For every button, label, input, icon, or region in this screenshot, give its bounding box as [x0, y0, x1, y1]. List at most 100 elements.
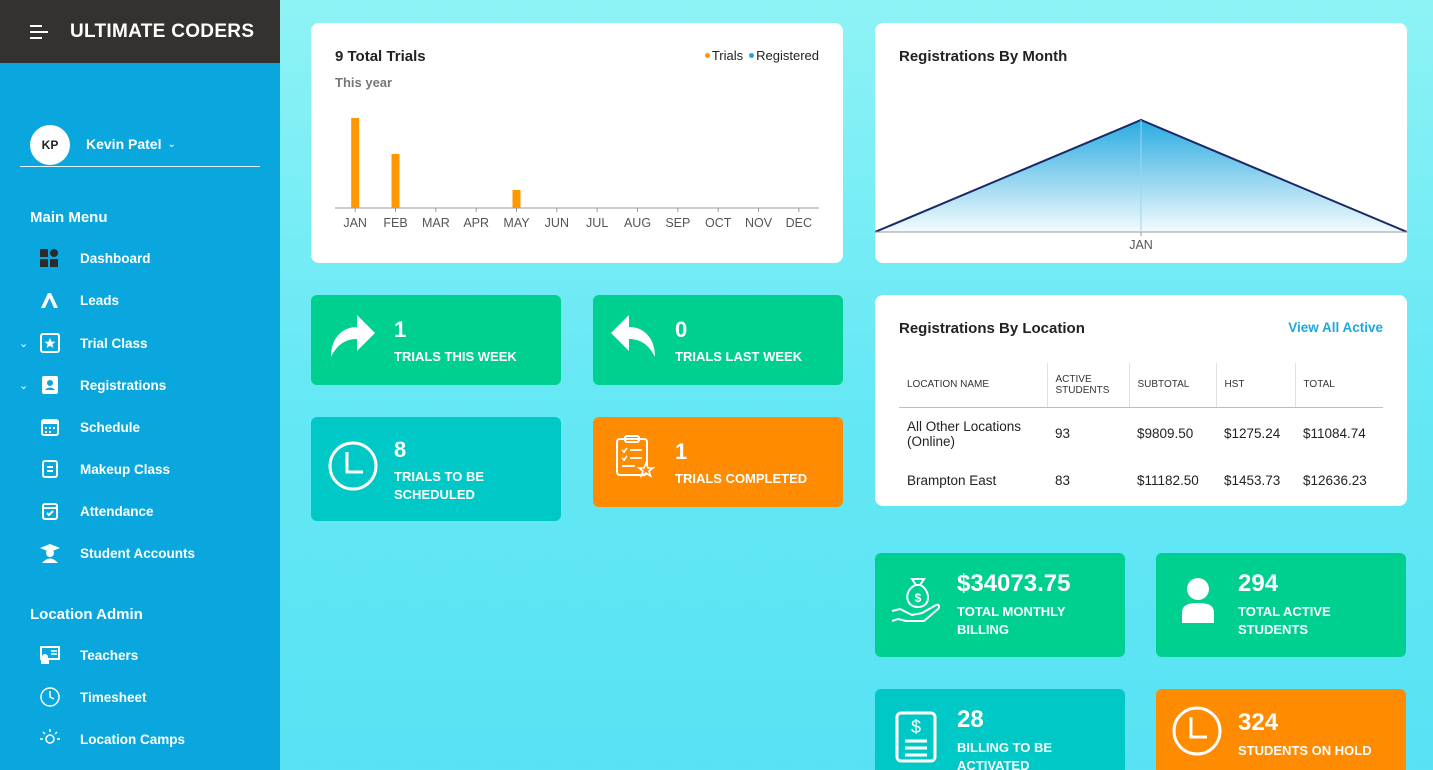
location-admin-title: Location Admin	[30, 606, 143, 623]
sidebar-item-timesheet[interactable]: Timesheet	[0, 682, 280, 712]
user-profile[interactable]: KP Kevin Patel ⌄	[0, 63, 280, 195]
leads-icon	[38, 288, 62, 312]
trials-last-week-tile[interactable]: 0 TRIALS LAST WEEK	[593, 295, 843, 385]
trials-bar-chart: JAN FEB MAR APR MAY JUN JUL AUG SEP OCT NOV DEC	[335, 118, 819, 230]
students-on-hold-tile[interactable]: 324 STUDENTS ON HOLD	[1156, 689, 1406, 770]
column-header[interactable]: ACTIVE STUDENTS	[1046, 363, 1129, 408]
app-header: ULTIMATE CODERS	[0, 0, 280, 63]
teacher-icon	[38, 643, 62, 667]
clock-icon	[327, 440, 379, 497]
trials-to-be-scheduled-label: TRIALS TO BE SCHEDULED	[394, 468, 484, 504]
sidebar-item-schedule[interactable]: Schedule	[0, 412, 280, 442]
location-card-title: Registrations By Location	[899, 320, 1085, 337]
sidebar-item-teachers[interactable]: Teachers	[0, 640, 280, 670]
trials-to-be-scheduled-value: 8	[394, 437, 407, 462]
table-row: All Other Locations (Online) 93 $9809.50…	[899, 407, 1383, 460]
billing-to-be-activated-tile[interactable]: $ 28 BILLING TO BE ACTIVATED	[875, 689, 1125, 770]
svg-text:$: $	[915, 591, 922, 605]
location-table: LOCATION NAME ACTIVE STUDENTS SUBTOTAL H…	[899, 363, 1383, 500]
sidebar-item-dashboard[interactable]: Dashboard	[0, 243, 280, 273]
cell-location: Brampton East	[907, 472, 997, 488]
sidebar-item-registrations[interactable]: ⌄ Registrations	[0, 370, 280, 400]
column-header[interactable]: LOCATION NAME	[899, 363, 1047, 408]
id-card-icon	[38, 373, 62, 397]
cell-total: $11084.74	[1303, 426, 1366, 442]
trials-last-week-value: 0	[675, 317, 688, 342]
sidebar-item-label: Attendance	[80, 503, 154, 519]
sun-icon	[38, 727, 62, 751]
label-line-2: SCHEDULED	[394, 487, 475, 502]
label-line-2: BILLING	[957, 622, 1009, 637]
main-menu-title: Main Menu	[30, 209, 108, 226]
column-header[interactable]: SUBTOTAL	[1128, 363, 1216, 408]
calendar-check-icon	[38, 499, 62, 523]
calendar-icon	[38, 415, 62, 439]
sidebar-item-trial-class[interactable]: ⌄ Trial Class	[0, 328, 280, 358]
sidebar-item-label: Student Accounts	[80, 545, 196, 561]
sidebar-item-label: Leads	[80, 292, 120, 308]
cell-subtotal: $11182.50	[1137, 472, 1199, 488]
dashboard-icon	[38, 246, 62, 270]
trials-completed-value: 1	[675, 439, 688, 464]
table-row: Brampton East 83 $11182.50 $1453.73 $126…	[899, 460, 1383, 500]
label-line-1: TRIALS TO BE	[394, 469, 485, 484]
x-tick-label: JAN	[1129, 238, 1153, 252]
user-icon	[1178, 577, 1218, 630]
students-on-hold-value: 324	[1238, 709, 1279, 736]
bar-trials-may[interactable]	[512, 190, 521, 208]
total-active-students-tile[interactable]: 294 TOTAL ACTIVE STUDENTS	[1156, 553, 1406, 657]
view-all-active-link[interactable]: View All Active	[1288, 320, 1383, 335]
x-tick-label: OCT	[705, 216, 732, 230]
sidebar-item-label: Location Camps	[80, 731, 186, 747]
trials-this-week-value: 1	[394, 317, 407, 342]
x-tick-label: JUN	[545, 216, 569, 230]
label-line-2: STUDENTS	[1238, 622, 1309, 637]
sidebar-divider	[20, 166, 260, 167]
students-on-hold-label: STUDENTS ON HOLD	[1238, 743, 1372, 758]
document-icon	[38, 457, 62, 481]
registrations-by-month-card: Registrations By Month JAN	[875, 23, 1407, 263]
checklist-star-icon	[615, 435, 657, 486]
trials-this-week-tile[interactable]: 1 TRIALS THIS WEEK	[311, 295, 561, 385]
sidebar-item-label: Makeup Class	[80, 461, 171, 477]
avatar: KP	[30, 124, 70, 165]
sidebar-item-location-camps[interactable]: Location Camps	[0, 724, 280, 754]
bar-trials-jan[interactable]	[351, 118, 360, 208]
table-header-row: LOCATION NAME ACTIVE STUDENTS SUBTOTAL H…	[899, 363, 1383, 408]
cell-hst: $1453.73	[1224, 472, 1281, 488]
total-trials-card: 9 Total Trials This year Trials Register…	[311, 23, 843, 263]
chevron-down-icon[interactable]: ⌄	[19, 379, 28, 392]
total-monthly-billing-tile[interactable]: $ $34073.75 TOTAL MONTHLY BILLING	[875, 553, 1125, 657]
sidebar-item-student-accounts[interactable]: Student Accounts	[0, 538, 280, 568]
svg-text:$: $	[911, 717, 921, 737]
column-header[interactable]: TOTAL	[1294, 363, 1383, 408]
total-active-students-value: 294	[1238, 570, 1279, 597]
user-name: Kevin Patel	[86, 135, 162, 152]
total-monthly-billing-label: TOTAL MONTHLY BILLING	[957, 603, 1066, 639]
billing-to-be-activated-value: 28	[957, 706, 984, 733]
bar-trials-feb[interactable]	[391, 154, 400, 208]
trials-to-be-scheduled-tile[interactable]: 8 TRIALS TO BE SCHEDULED	[311, 417, 561, 521]
menu-toggle-icon[interactable]	[30, 24, 48, 40]
star-badge-icon	[38, 331, 62, 355]
cell-location: All Other Locations (Online)	[907, 418, 1022, 449]
registrations-by-location-card: Registrations By Location View All Activ…	[875, 295, 1407, 506]
sidebar-item-leads[interactable]: Leads	[0, 285, 280, 315]
x-tick-label: MAY	[503, 216, 530, 230]
column-header[interactable]: HST	[1215, 363, 1295, 408]
money-bag-hand-icon: $	[890, 575, 942, 632]
x-tick-label: SEP	[665, 216, 690, 230]
share-arrow-icon	[327, 311, 377, 366]
sidebar-item-makeup-class[interactable]: Makeup Class	[0, 454, 280, 484]
chevron-down-icon[interactable]: ⌄	[19, 337, 28, 350]
x-tick-label: DEC	[786, 216, 812, 230]
sidebar-item-attendance[interactable]: Attendance	[0, 496, 280, 526]
reply-arrow-icon	[609, 311, 659, 366]
cell-total: $12636.23	[1303, 472, 1367, 488]
x-tick-label: MAR	[422, 216, 450, 230]
x-tick-label: JUL	[586, 216, 608, 230]
sidebar-item-label: Registrations	[80, 377, 167, 393]
clock-icon	[38, 685, 62, 709]
sidebar-item-label: Trial Class	[80, 335, 148, 351]
trials-completed-tile[interactable]: 1 TRIALS COMPLETED	[593, 417, 843, 507]
